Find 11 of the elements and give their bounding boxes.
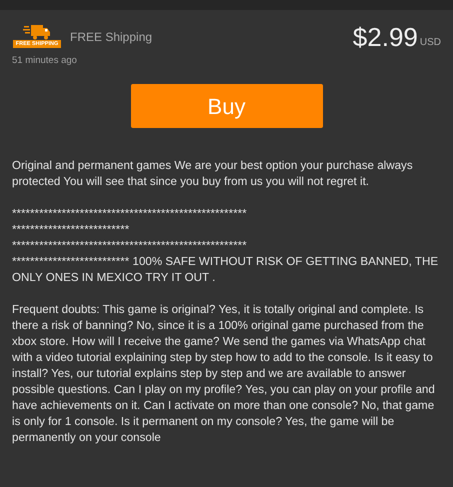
description-text: Frequent doubts: This game is original? Yes, it is totally original and complete. Is there a risk of banning? No, since it is a 100% original game purchased from the xbox store. How will I receive the game? We send the games via WhatsApp chat with a video tutorial explaining step by step how to add to the console. Is it easy to install? Yes, our tutorial explains step by step and we are available to answer possible questions. Can I play on my profile? Yes, you can play on your profile and have achievements on it. Can I activate on more than one console? No, that game is only for 1 console. Is it permanent on my console? Yes, the game will be permanently on your console <box>12 302 436 446</box>
description-text: **************************************************** <box>12 238 248 254</box>
buy-button[interactable]: Buy <box>130 84 322 128</box>
description-text: ************************** <box>12 222 130 238</box>
description-text: Original and permanent games We are your best option your purchase always protected You will see that since you buy from us you will not regret it. <box>12 158 414 190</box>
description-text: ************************** 100% SAFE WITHOUT RISK OF GETTING BANNED, THE ONLY ONES IN MEXICO TRY IT OUT . <box>12 254 440 286</box>
shipping-label: FREE Shipping <box>70 29 152 46</box>
posted-time: 51 minutes ago <box>12 54 78 68</box>
price: $2.99 <box>352 24 418 50</box>
currency-label: USD <box>420 36 441 50</box>
description-text: **************************************************** <box>12 206 248 222</box>
